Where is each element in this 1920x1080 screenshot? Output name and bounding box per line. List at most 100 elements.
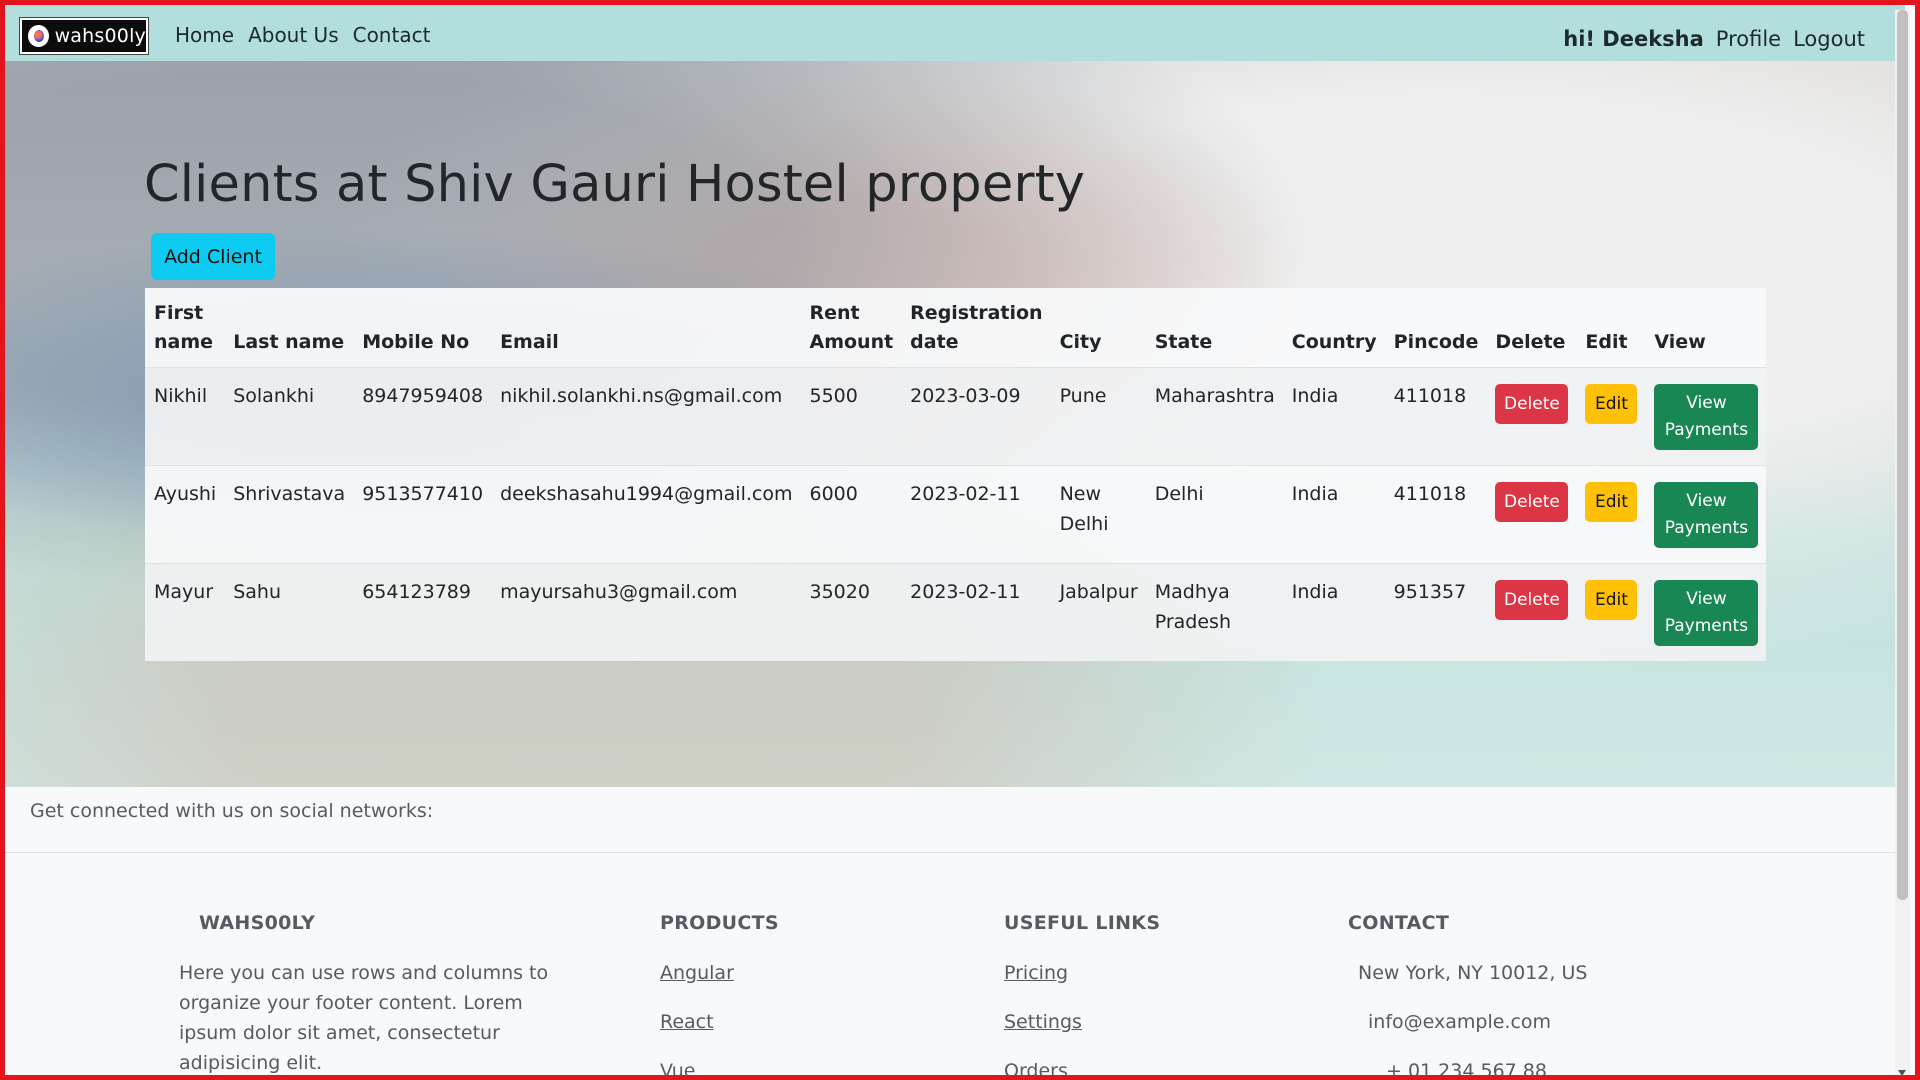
cell-country: India <box>1291 384 1339 407</box>
footer-company-text: Here you can use rows and columns to org… <box>179 962 549 1074</box>
cell-view: View Payments <box>1645 367 1766 465</box>
clients-table: First name Last name Mobile No Email Ren… <box>145 288 1767 661</box>
col-view: View <box>1654 330 1706 353</box>
nav-logout[interactable]: Logout <box>1793 27 1865 51</box>
footer-link-angular[interactable]: Angular <box>660 958 779 988</box>
cell-first-name: Ayushi <box>154 482 217 505</box>
col-last-name: Last name <box>233 330 345 353</box>
view-payments-button[interactable]: View Payments <box>1654 383 1759 450</box>
footer-useful-links: USEFUL LINKS Pricing Settings Orders <box>1004 912 1161 1075</box>
nav-user: hi! Deeksha Profile Logout <box>1563 27 1865 51</box>
nav-about-us[interactable]: About Us <box>248 23 339 47</box>
navbar: wahs00ly Home About Us Contact hi! Deeks… <box>5 5 1905 61</box>
cell-city: Pune <box>1059 384 1107 407</box>
table-row: Nikhil Solankhi 8947959408 nikhil.solank… <box>145 367 1767 465</box>
table-row: Mayur Sahu 654123789 mayursahu3@gmail.co… <box>145 563 1767 661</box>
col-delete: Delete <box>1495 330 1566 353</box>
footer-link-pricing[interactable]: Pricing <box>1004 958 1160 988</box>
col-state: State <box>1154 330 1213 353</box>
col-mobile: Mobile No <box>362 330 470 353</box>
cell-email: mayursahu3@gmail.com <box>500 580 738 603</box>
brand-logo[interactable]: wahs00ly <box>20 18 148 54</box>
page-title: Clients at Shiv Gauri Hostel property <box>144 155 1086 214</box>
contact-address: New York, NY 10012, US <box>1358 962 1588 984</box>
contact-email: info@example.com <box>1368 1011 1552 1033</box>
cell-pincode: 951357 <box>1393 580 1467 603</box>
cell-email: nikhil.solankhi.ns@gmail.com <box>500 384 783 407</box>
col-first-name: First name <box>154 301 214 353</box>
footer-link-react[interactable]: React <box>660 1007 779 1037</box>
cell-first-name: Nikhil <box>154 384 208 407</box>
cell-mobile: 9513577410 <box>362 482 484 505</box>
nav-contact[interactable]: Contact <box>353 23 431 47</box>
cell-mobile: 654123789 <box>362 580 471 603</box>
user-greeting: hi! Deeksha <box>1563 27 1704 51</box>
col-edit: Edit <box>1585 330 1628 353</box>
view-payments-button[interactable]: View Payments <box>1654 579 1759 646</box>
cell-view: View Payments <box>1645 465 1766 563</box>
cell-country: India <box>1291 482 1339 505</box>
col-rent: Rent Amount <box>809 301 894 353</box>
edit-button[interactable]: Edit <box>1585 383 1638 424</box>
cell-reg-date: 2023-02-11 <box>910 482 1021 505</box>
cell-view: View Payments <box>1645 563 1766 661</box>
cell-delete: Delete <box>1486 465 1576 563</box>
cell-pincode: 411018 <box>1393 384 1467 407</box>
edit-button[interactable]: Edit <box>1585 481 1638 522</box>
cell-state: Madhya Pradesh <box>1154 580 1231 633</box>
cell-rent: 6000 <box>809 482 858 505</box>
col-country: Country <box>1291 330 1377 353</box>
add-client-button[interactable]: Add Client <box>151 233 275 280</box>
col-pincode: Pincode <box>1393 330 1479 353</box>
cell-country: India <box>1291 580 1339 603</box>
cell-rent: 35020 <box>809 580 870 603</box>
footer-products-heading: PRODUCTS <box>660 912 779 934</box>
page-scrollbar[interactable] <box>1895 10 1910 1075</box>
cell-mobile: 8947959408 <box>362 384 484 407</box>
cell-reg-date: 2023-03-09 <box>910 384 1021 407</box>
scrollbar-thumb[interactable] <box>1897 10 1908 900</box>
cell-last-name: Shrivastava <box>233 482 346 505</box>
footer-link-vue[interactable]: Vue <box>660 1056 779 1075</box>
nav-links: Home About Us Contact <box>175 23 430 47</box>
nav-profile[interactable]: Profile <box>1716 27 1781 51</box>
footer-contact: CONTACT New York, NY 10012, US info@exam… <box>1348 912 1588 1080</box>
footer-products-list: Angular React Vue <box>660 958 779 1075</box>
cell-edit: Edit <box>1576 465 1645 563</box>
cell-edit: Edit <box>1576 367 1645 465</box>
cell-last-name: Sahu <box>233 580 282 603</box>
logo-icon <box>28 25 49 47</box>
delete-button[interactable]: Delete <box>1495 383 1569 424</box>
table-header-row: First name Last name Mobile No Email Ren… <box>145 288 1767 367</box>
footer-products: PRODUCTS Angular React Vue <box>660 912 779 1075</box>
nav-home[interactable]: Home <box>175 23 234 47</box>
edit-button[interactable]: Edit <box>1585 579 1638 620</box>
footer-company: WAHS00LY Here you can use rows and colum… <box>179 912 579 1075</box>
cell-rent: 5500 <box>809 384 858 407</box>
table-row: Ayushi Shrivastava 9513577410 deekshasah… <box>145 465 1767 563</box>
footer-useful-list: Pricing Settings Orders <box>1004 958 1160 1075</box>
cell-first-name: Mayur <box>154 580 214 603</box>
cell-pincode: 411018 <box>1393 482 1467 505</box>
social-bar: Get connected with us on social networks… <box>5 787 1905 853</box>
cell-delete: Delete <box>1486 563 1576 661</box>
cell-city: Jabalpur <box>1059 580 1138 603</box>
cell-reg-date: 2023-02-11 <box>910 580 1021 603</box>
cell-delete: Delete <box>1486 367 1576 465</box>
col-reg-date: Registration date <box>910 301 1043 353</box>
scroll-down-icon[interactable] <box>1898 1070 1906 1075</box>
view-payments-button[interactable]: View Payments <box>1654 481 1759 548</box>
social-text: Get connected with us on social networks… <box>30 800 434 822</box>
footer-link-settings[interactable]: Settings <box>1004 1007 1160 1037</box>
footer-company-heading: WAHS00LY <box>199 912 316 934</box>
contact-phone: + 01 234 567 88 <box>1386 1060 1547 1080</box>
col-email: Email <box>500 330 559 353</box>
delete-button[interactable]: Delete <box>1495 481 1569 522</box>
delete-button[interactable]: Delete <box>1495 579 1569 620</box>
browser-frame: wahs00ly Home About Us Contact hi! Deeks… <box>0 0 1920 1080</box>
footer: WAHS00LY Here you can use rows and colum… <box>5 854 1905 1080</box>
cell-email: deekshasahu1994@gmail.com <box>500 482 793 505</box>
footer-useful-heading: USEFUL LINKS <box>1004 912 1161 934</box>
footer-link-orders[interactable]: Orders <box>1004 1056 1160 1075</box>
cell-city: New Delhi <box>1059 482 1109 535</box>
